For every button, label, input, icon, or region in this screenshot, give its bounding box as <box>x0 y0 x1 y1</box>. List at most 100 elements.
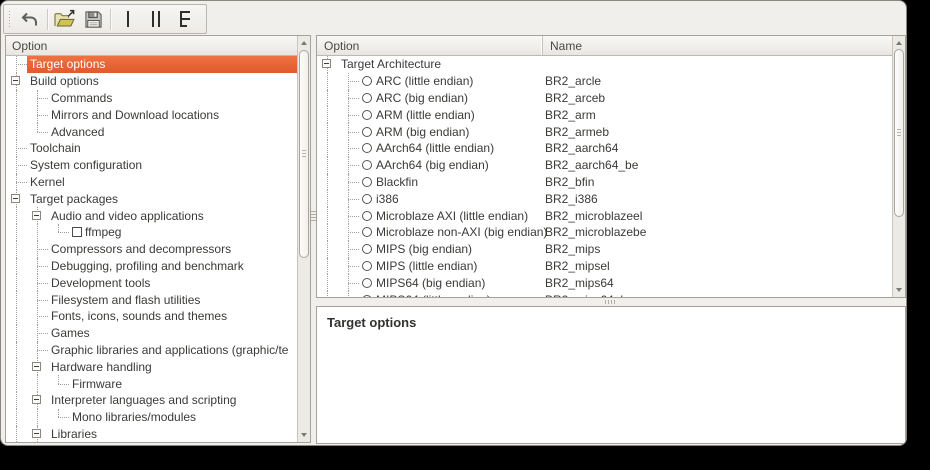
radio-icon[interactable] <box>362 227 372 237</box>
minus-expander-icon[interactable] <box>32 395 41 404</box>
radio-icon[interactable] <box>362 295 372 297</box>
list-row[interactable]: Microblaze non-AXI (big endian)BR2_micro… <box>317 224 892 241</box>
tree-item[interactable]: Interpreter languages and scripting <box>6 392 297 409</box>
list-row[interactable]: MIPS64 (little endian)BR2_mips64el <box>317 291 892 297</box>
tree-item-label: Hardware handling <box>51 360 152 374</box>
horizontal-splitter[interactable] <box>316 298 906 306</box>
minus-expander-icon[interactable] <box>32 362 41 371</box>
radio-icon[interactable] <box>362 211 372 221</box>
tree-guide <box>317 157 338 174</box>
column-header-option[interactable]: Option <box>317 36 542 55</box>
tree-item[interactable]: Fonts, icons, sounds and themes <box>6 308 297 325</box>
tree-item[interactable]: Target packages <box>6 190 297 207</box>
minus-expander-icon[interactable] <box>32 211 41 220</box>
radio-icon[interactable] <box>362 278 372 288</box>
tree-item[interactable]: Compressors and decompressors <box>6 241 297 258</box>
list-row[interactable]: AArch64 (little endian)BR2_aarch64 <box>317 140 892 157</box>
radio-icon[interactable] <box>362 93 372 103</box>
scroll-up-icon[interactable] <box>301 41 307 45</box>
scroll-down-icon[interactable] <box>896 288 902 292</box>
tree-expander[interactable] <box>6 73 27 90</box>
list-row[interactable]: MIPS64 (big endian)BR2_mips64 <box>317 274 892 291</box>
tree-expander[interactable] <box>27 207 48 224</box>
tree-item-label: Development tools <box>51 276 150 290</box>
radio-icon[interactable] <box>362 261 372 271</box>
tree-item[interactable]: Mirrors and Download locations <box>6 106 297 123</box>
tree-item[interactable]: Hardware handling <box>6 358 297 375</box>
tree-item[interactable]: Advanced <box>6 123 297 140</box>
tree-expander[interactable] <box>6 190 27 207</box>
tree-item[interactable]: Libraries <box>6 426 297 442</box>
split-view-button[interactable] <box>142 6 170 32</box>
back-button[interactable] <box>16 6 44 32</box>
tree-item[interactable]: Graphic libraries and applications (grap… <box>6 342 297 359</box>
tree-expander[interactable] <box>317 56 338 73</box>
minus-expander-icon[interactable] <box>322 59 331 68</box>
single-view-button[interactable] <box>114 6 142 32</box>
tree-item[interactable]: Debugging, profiling and benchmark <box>6 258 297 275</box>
tree-guide <box>338 241 359 258</box>
tree-item[interactable]: Audio and video applications <box>6 207 297 224</box>
tree-expander[interactable] <box>27 358 48 375</box>
scroll-up-icon[interactable] <box>896 41 902 45</box>
tree-guide <box>317 174 338 191</box>
save-config-button[interactable] <box>79 6 107 32</box>
left-scrollbar-thumb[interactable] <box>299 50 309 258</box>
list-row[interactable]: MIPS (big endian)BR2_mips <box>317 241 892 258</box>
list-row[interactable]: AArch64 (big endian)BR2_aarch64_be <box>317 157 892 174</box>
radio-icon[interactable] <box>362 143 372 153</box>
radio-icon[interactable] <box>362 76 372 86</box>
tree-item[interactable]: Target options <box>6 56 297 73</box>
tree-item[interactable]: System configuration <box>6 157 297 174</box>
tree-item-label: Interpreter languages and scripting <box>51 393 236 407</box>
tree-item[interactable]: ffmpeg <box>6 224 297 241</box>
tree-item[interactable]: Development tools <box>6 274 297 291</box>
tree-guide <box>6 409 27 426</box>
tree-item[interactable]: Kernel <box>6 174 297 191</box>
tree-item[interactable]: Commands <box>6 90 297 107</box>
tree-item[interactable]: Filesystem and flash utilities <box>6 291 297 308</box>
tree-item[interactable]: Build options <box>6 73 297 90</box>
radio-icon[interactable] <box>362 194 372 204</box>
column-header-name[interactable]: Name <box>542 36 892 55</box>
tree-guide <box>338 140 359 157</box>
list-row[interactable]: ARM (little endian)BR2_arm <box>317 106 892 123</box>
tree-item[interactable]: Games <box>6 325 297 342</box>
list-row[interactable]: ARM (big endian)BR2_armeb <box>317 123 892 140</box>
tree-item[interactable]: Firmware <box>6 375 297 392</box>
tree-expander[interactable] <box>27 392 48 409</box>
tree-guide <box>317 258 338 275</box>
list-row[interactable]: BlackfinBR2_bfin <box>317 174 892 191</box>
list-row[interactable]: ARC (little endian)BR2_arcle <box>317 73 892 90</box>
list-row[interactable]: i386BR2_i386 <box>317 190 892 207</box>
tree-item[interactable]: Toolchain <box>6 140 297 157</box>
tree-expander[interactable] <box>27 426 48 442</box>
radio-icon[interactable] <box>362 110 372 120</box>
option-symbol-name: BR2_microblazebe <box>545 224 646 241</box>
checkbox-icon[interactable] <box>72 227 82 237</box>
radio-icon[interactable] <box>362 127 372 137</box>
tree-guide <box>317 241 338 258</box>
right-scrollbar-thumb[interactable] <box>894 49 904 217</box>
toolbar-drag-handle[interactable] <box>7 11 12 28</box>
list-row[interactable]: ARC (big endian)BR2_arceb <box>317 90 892 107</box>
tree-item[interactable]: Mono libraries/modules <box>6 409 297 426</box>
load-config-button[interactable] <box>51 6 79 32</box>
list-row[interactable]: Target Architecture <box>317 56 892 73</box>
radio-icon[interactable] <box>362 244 372 254</box>
minus-expander-icon[interactable] <box>32 429 41 438</box>
minus-expander-icon[interactable] <box>11 194 20 203</box>
option-label: MIPS (big endian) <box>376 242 472 256</box>
right-scrollbar[interactable] <box>892 36 905 297</box>
list-row[interactable]: MIPS (little endian)BR2_mipsel <box>317 258 892 275</box>
list-row[interactable]: Microblaze AXI (little endian)BR2_microb… <box>317 207 892 224</box>
left-panel-header: Option <box>6 36 297 56</box>
full-view-button[interactable] <box>170 6 198 32</box>
tree-guide <box>6 358 27 375</box>
radio-icon[interactable] <box>362 177 372 187</box>
option-label: Microblaze non-AXI (big endian) <box>376 225 547 239</box>
radio-icon[interactable] <box>362 160 372 170</box>
left-scrollbar[interactable] <box>297 36 310 442</box>
scroll-down-icon[interactable] <box>301 433 307 437</box>
minus-expander-icon[interactable] <box>11 76 20 85</box>
